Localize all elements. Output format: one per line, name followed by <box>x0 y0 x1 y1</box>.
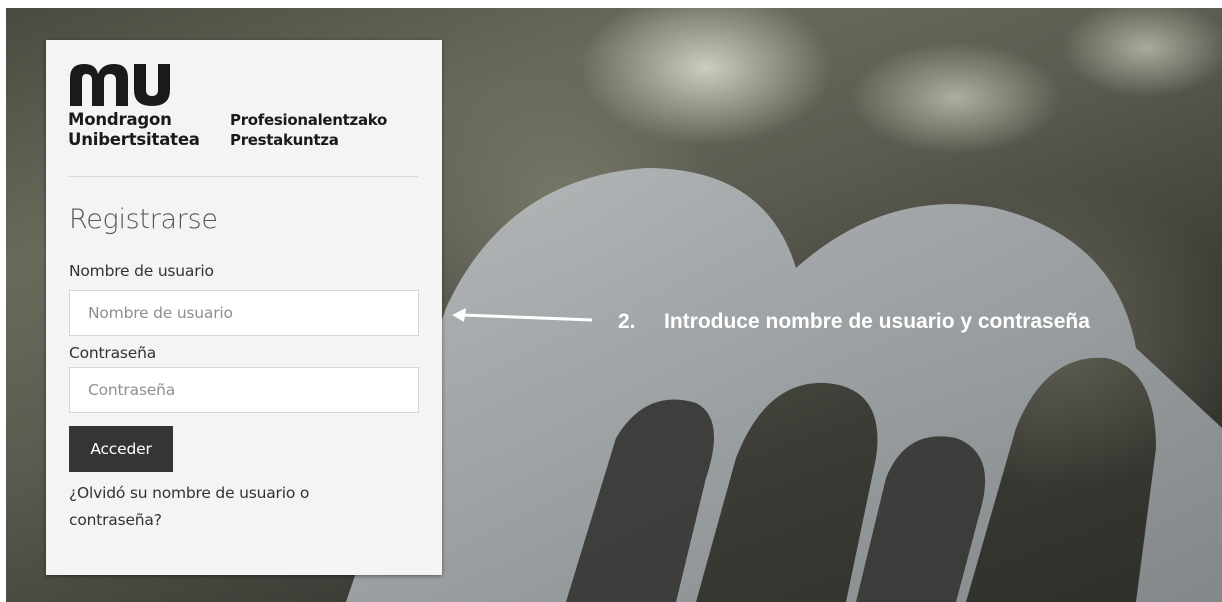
logo-name-line2: Unibertsitatea <box>68 130 200 149</box>
instruction-annotation: 2. Introduce nombre de usuario y contrase… <box>618 310 1090 334</box>
logo-sub-line2: Prestakuntza <box>230 131 339 149</box>
username-label: Nombre de usuario <box>69 262 214 280</box>
password-input[interactable] <box>69 367 419 413</box>
mu-logo-mark <box>70 64 170 106</box>
arrow-left-icon <box>452 308 593 322</box>
logo-university-name: Mondragon Unibertsitatea <box>68 110 200 150</box>
username-input[interactable] <box>69 290 419 336</box>
logo-name-line1: Mondragon <box>68 110 172 129</box>
logo-sub-line1: Profesionalentzako <box>230 111 388 129</box>
page-title: Registrarse <box>69 204 218 235</box>
login-panel: Mondragon Unibertsitatea Profesionalentz… <box>46 40 442 575</box>
divider <box>68 176 418 177</box>
password-label: Contraseña <box>69 344 157 362</box>
forgot-credentials-link[interactable]: ¿Olvidó su nombre de usuario o contraseñ… <box>69 480 399 534</box>
annotation-number: 2. <box>618 310 636 333</box>
logo-subtitle: Profesionalentzako Prestakuntza <box>230 110 387 150</box>
mondragon-logo: Mondragon Unibertsitatea Profesionalentz… <box>68 60 428 160</box>
login-button[interactable]: Acceder <box>69 426 173 472</box>
annotation-text: Introduce nombre de usuario y contraseña <box>664 310 1090 333</box>
